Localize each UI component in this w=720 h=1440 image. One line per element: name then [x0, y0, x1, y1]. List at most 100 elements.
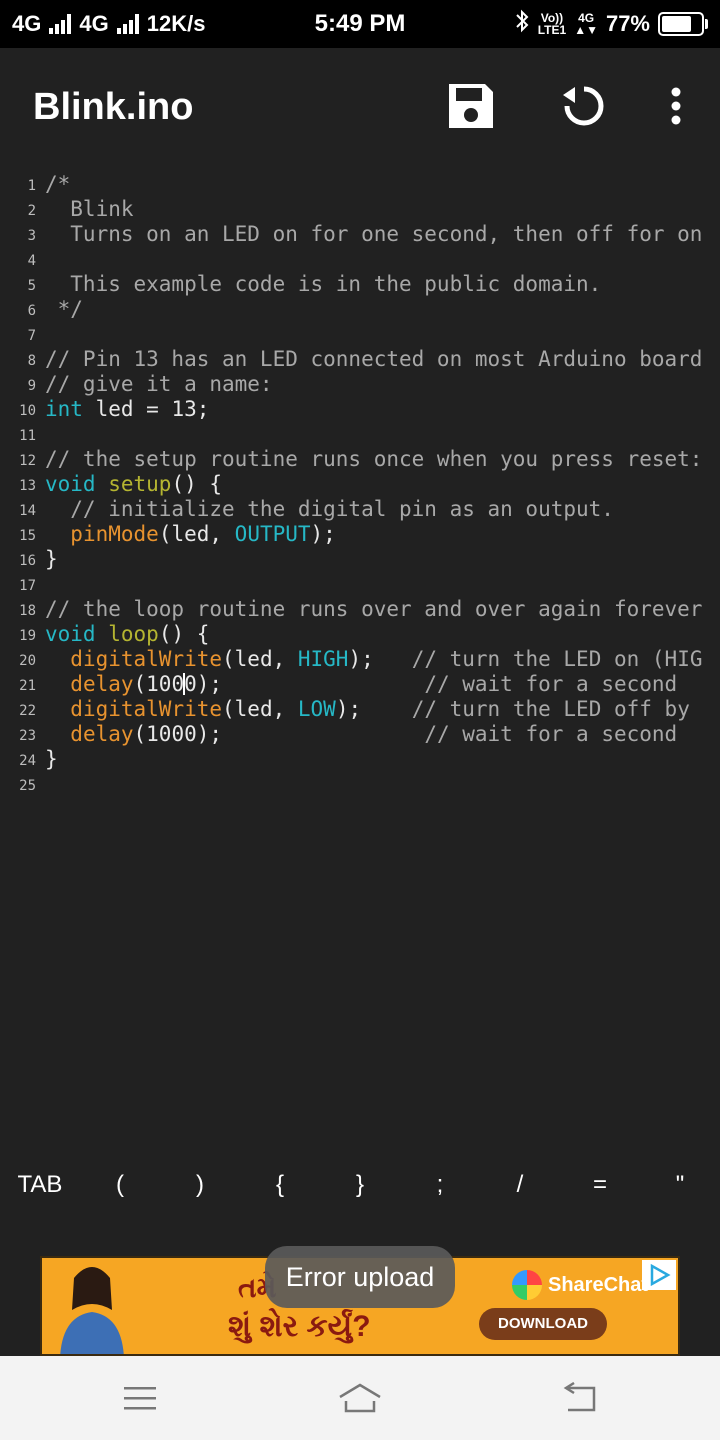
code-line[interactable]: 15 pinMode(led, OUTPUT);: [0, 522, 720, 547]
battery-percent: 77%: [605, 11, 650, 36]
network-speed: 12K/s: [146, 11, 206, 36]
symbol-key[interactable]: ": [650, 1160, 710, 1210]
line-number: 10: [19, 403, 36, 419]
code-token: () {: [171, 472, 223, 496]
line-number: 12: [19, 453, 36, 469]
code-padding: [222, 722, 424, 746]
back-button[interactable]: [550, 1376, 610, 1420]
function-token: loop: [108, 622, 159, 646]
symbol-key[interactable]: =: [570, 1160, 630, 1210]
keyword-token: void: [45, 472, 96, 496]
app-bar: Blink.ino: [0, 48, 720, 164]
battery-icon: [658, 12, 708, 36]
code-line[interactable]: 7: [0, 322, 720, 347]
code-padding: [374, 647, 412, 671]
data-indicator: 4G ▲▼: [574, 11, 598, 37]
code-line[interactable]: 5 This example code is in the public dom…: [0, 272, 720, 297]
tab-key[interactable]: TAB: [10, 1160, 70, 1210]
code-line[interactable]: 2 Blink: [0, 197, 720, 222]
code-line[interactable]: 14 // initialize the digital pin as an o…: [0, 497, 720, 522]
recents-button[interactable]: [110, 1376, 170, 1420]
code-padding: [361, 697, 412, 721]
code-line[interactable]: 17: [0, 572, 720, 597]
code-line[interactable]: 13 void setup() {: [0, 472, 720, 497]
code-token: /*: [45, 172, 71, 196]
back-icon: [563, 1382, 596, 1412]
code-text: // the setup routine runs once when you …: [45, 447, 702, 472]
line-number: 21: [19, 678, 36, 694]
status-right: Vo)) LTE1 4G ▲▼ 77%: [514, 9, 708, 39]
function-token: delay: [70, 722, 134, 746]
line-number: 23: [19, 728, 36, 744]
code-line[interactable]: 3 Turns on an LED on for one second, the…: [0, 222, 720, 247]
symbol-key[interactable]: }: [330, 1160, 390, 1210]
line-number: 14: [19, 503, 36, 519]
line-number: 8: [27, 353, 36, 369]
code-token: led = 13;: [82, 397, 210, 421]
ad-headline-2: શું શેર કર્યું?: [228, 1310, 371, 1343]
line-number: 11: [19, 428, 36, 444]
network-type-2: 4G: [79, 11, 109, 36]
code-line[interactable]: 18 // the loop routine runs over and over…: [0, 597, 720, 622]
code-token: (led,: [158, 522, 235, 546]
code-line[interactable]: 10 int led = 13;: [0, 397, 720, 422]
code-token: // the setup routine runs once when you …: [45, 447, 703, 471]
ad-download-button[interactable]: DOWNLOAD: [479, 1308, 607, 1340]
code-text: This example code is in the public domai…: [45, 272, 601, 297]
code-line[interactable]: 21 delay(1000); // wait for a second: [0, 672, 720, 697]
symbol-key[interactable]: {: [250, 1160, 310, 1210]
code-line[interactable]: 1 /*: [0, 172, 720, 197]
code-text: // the loop routine runs over and over a…: [45, 597, 702, 622]
code-token: 0);: [184, 672, 223, 696]
code-line[interactable]: 8 // Pin 13 has an LED connected on most …: [0, 347, 720, 372]
keyword-token: void: [45, 622, 96, 646]
code-editor[interactable]: 1/* 2 Blink 3 Turns on an LED on for one s…: [0, 172, 720, 812]
code-line[interactable]: 11: [0, 422, 720, 447]
status-bar: 4G 4G 12K/s 5:49 PM Vo)) LTE1 4G ▲▼ 77%: [0, 0, 720, 48]
function-token: digitalWrite: [70, 697, 223, 721]
symbol-key[interactable]: /: [490, 1160, 550, 1210]
symbol-key[interactable]: (: [90, 1160, 150, 1210]
function-token: delay: [70, 672, 134, 696]
refresh-icon: [563, 86, 604, 126]
code-line[interactable]: 22 digitalWrite(led, LOW); // turn the L…: [0, 697, 720, 722]
code-line[interactable]: 24}: [0, 747, 720, 772]
save-button[interactable]: [443, 78, 499, 134]
code-token: // initialize the digital pin as an outp…: [45, 497, 614, 521]
ad-choices-icon[interactable]: [642, 1260, 676, 1290]
volte-indicator: Vo)) LTE1: [537, 11, 567, 37]
code-line[interactable]: 25: [0, 772, 720, 797]
line-number: 20: [19, 653, 36, 669]
code-line[interactable]: 9 // give it a name:: [0, 372, 720, 397]
code-text: */: [45, 297, 83, 322]
toast-message: Error upload: [265, 1246, 455, 1308]
overflow-menu-button[interactable]: [648, 78, 704, 134]
upload-button[interactable]: [556, 78, 612, 134]
code-token: (led,: [222, 647, 298, 671]
home-icon: [339, 1383, 381, 1413]
home-button[interactable]: [330, 1376, 390, 1420]
code-line[interactable]: 4: [0, 247, 720, 272]
comment-token: // wait for a second: [424, 672, 678, 696]
bluetooth-icon: [514, 9, 530, 39]
line-number: 5: [27, 278, 36, 294]
code-line[interactable]: 6 */: [0, 297, 720, 322]
comment-token: // turn the LED on (HIG: [411, 647, 703, 671]
page-title: Blink.ino: [33, 86, 194, 128]
symbol-key[interactable]: ): [170, 1160, 230, 1210]
line-number: 9: [27, 378, 36, 394]
code-line[interactable]: 16}: [0, 547, 720, 572]
code-line[interactable]: 19 void loop() {: [0, 622, 720, 647]
code-line[interactable]: 20 digitalWrite(led, HIGH); // turn the …: [0, 647, 720, 672]
network-type-1: 4G: [12, 11, 42, 36]
signal-icon: [116, 14, 139, 34]
code-line[interactable]: 23 delay(1000); // wait for a second: [0, 722, 720, 747]
signal-icon: [49, 14, 72, 34]
code-text: pinMode(led, OUTPUT);: [45, 522, 336, 547]
more-vert-icon: [671, 87, 681, 125]
symbol-key[interactable]: ;: [410, 1160, 470, 1210]
code-line[interactable]: 12 // the setup routine runs once when yo…: [0, 447, 720, 472]
function-token: setup: [108, 472, 172, 496]
code-token: */: [45, 297, 83, 321]
code-padding: [222, 672, 424, 696]
